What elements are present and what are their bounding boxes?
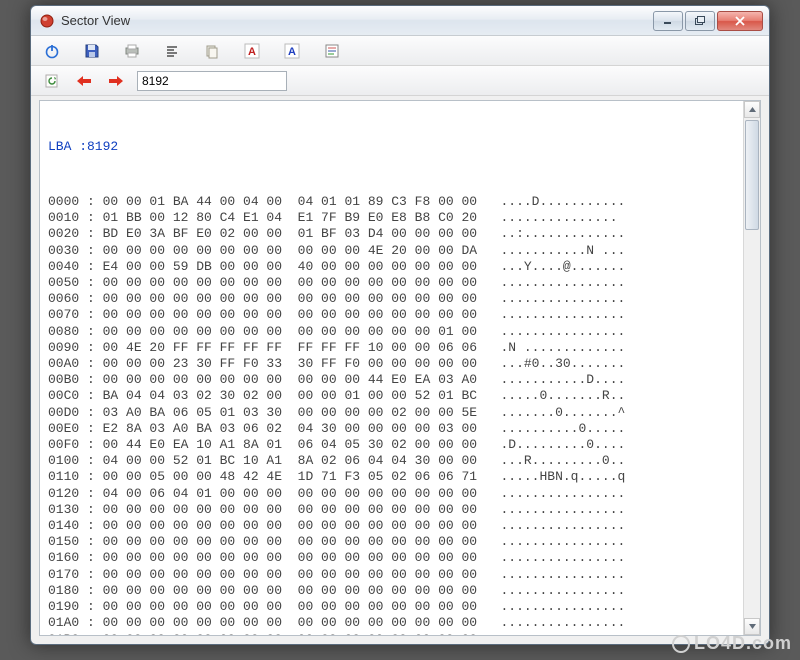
hex-viewer: LBA :8192 0000 : 00 00 01 BA 44 00 04 00…	[39, 100, 761, 636]
scroll-up-button[interactable]	[744, 101, 760, 118]
lba-label: LBA :8192	[48, 139, 760, 155]
properties-icon[interactable]	[321, 40, 343, 62]
sector-input[interactable]	[137, 71, 287, 91]
print-icon[interactable]	[121, 40, 143, 62]
scroll-track[interactable]	[744, 118, 760, 618]
close-button[interactable]	[717, 11, 763, 31]
watermark: LO4D.com	[672, 633, 792, 654]
refresh-icon[interactable]	[41, 70, 63, 92]
font-a-blue-icon[interactable]: A	[281, 40, 303, 62]
minimize-button[interactable]	[653, 11, 683, 31]
nav-toolbar	[31, 66, 769, 96]
next-arrow-icon[interactable]	[105, 70, 127, 92]
main-toolbar: A A	[31, 36, 769, 66]
window-title: Sector View	[61, 13, 653, 28]
font-a-red-icon[interactable]: A	[241, 40, 263, 62]
vertical-scrollbar[interactable]	[743, 101, 760, 635]
svg-text:A: A	[248, 46, 256, 58]
app-icon	[39, 13, 55, 29]
save-icon[interactable]	[81, 40, 103, 62]
titlebar[interactable]: Sector View	[31, 6, 769, 36]
copy-icon[interactable]	[201, 40, 223, 62]
sector-view-window: Sector View A	[30, 5, 770, 645]
maximize-button[interactable]	[685, 11, 715, 31]
prev-arrow-icon[interactable]	[73, 70, 95, 92]
hex-body: 0000 : 00 00 01 BA 44 00 04 00 04 01 01 …	[48, 194, 760, 636]
scroll-thumb[interactable]	[745, 120, 759, 230]
globe-icon	[672, 635, 690, 653]
power-icon[interactable]	[41, 40, 63, 62]
svg-text:A: A	[288, 46, 296, 58]
align-icon[interactable]	[161, 40, 183, 62]
watermark-text: LO4D.com	[694, 633, 792, 654]
